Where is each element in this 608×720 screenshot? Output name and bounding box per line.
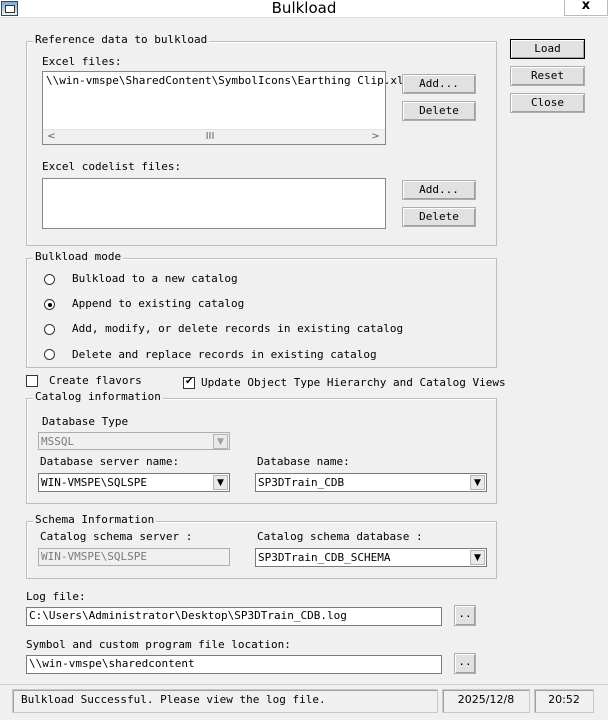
schema-server-label: Catalog schema server : bbox=[40, 530, 193, 543]
add-codelist-button[interactable]: Add... bbox=[402, 180, 476, 200]
catalog-info-legend: Catalog information bbox=[33, 390, 163, 403]
bulkload-mode-legend: Bulkload mode bbox=[33, 250, 124, 263]
schema-server-field: WIN-VMSPE\SQLSPE bbox=[38, 548, 230, 566]
status-date: 2025/12/8 bbox=[442, 689, 530, 713]
excel-file-item[interactable]: \\win-vmspe\SharedContent\SymbolIcons\Ea… bbox=[43, 72, 410, 89]
radio-add-modify-label[interactable]: Add, modify, or delete records in existi… bbox=[72, 323, 403, 335]
dropdown-arrow-icon[interactable]: ▼ bbox=[213, 475, 228, 490]
database-server-select[interactable]: WIN-VMSPE\SQLSPE ▼ bbox=[38, 473, 230, 492]
symbol-location-label: Symbol and custom program file location: bbox=[26, 638, 291, 651]
database-type-label: Database Type bbox=[42, 415, 129, 428]
schema-database-value: SP3DTrain_CDB_SCHEMA bbox=[258, 551, 391, 564]
database-name-label: Database name: bbox=[257, 455, 350, 468]
codelist-files-label: Excel codelist files: bbox=[42, 160, 182, 173]
scroll-left-icon[interactable]: < bbox=[43, 130, 60, 144]
symbol-location-field[interactable]: \\win-vmspe\sharedcontent bbox=[26, 655, 442, 674]
schema-database-label: Catalog schema database : bbox=[257, 530, 423, 543]
scroll-right-icon[interactable]: > bbox=[367, 130, 384, 144]
reference-data-legend: Reference data to bulkload bbox=[33, 33, 210, 46]
status-time: 20:52 bbox=[534, 689, 594, 713]
horizontal-scrollbar[interactable]: < III > bbox=[43, 129, 385, 144]
radio-delete-replace-icon[interactable] bbox=[44, 349, 55, 360]
dropdown-arrow-icon[interactable]: ▼ bbox=[470, 475, 485, 490]
close-button[interactable]: Close bbox=[510, 93, 585, 113]
window-title: Bulkload bbox=[271, 0, 337, 17]
excel-files-label: Excel files: bbox=[42, 55, 122, 68]
database-name-value: SP3DTrain_CDB bbox=[258, 476, 345, 489]
schema-database-select[interactable]: SP3DTrain_CDB_SCHEMA ▼ bbox=[255, 548, 487, 567]
database-type-value: MSSQL bbox=[41, 435, 75, 448]
symbol-browse-button[interactable]: .. bbox=[454, 653, 476, 674]
add-excel-button[interactable]: Add... bbox=[402, 74, 476, 94]
database-server-value: WIN-VMSPE\SQLSPE bbox=[41, 476, 147, 489]
update-hierarchy-checkbox[interactable] bbox=[183, 376, 195, 389]
delete-codelist-button[interactable]: Delete bbox=[402, 207, 476, 227]
log-file-field[interactable]: C:\Users\Administrator\Desktop\SP3DTrain… bbox=[26, 607, 442, 626]
create-flavors-label[interactable]: Create flavors bbox=[49, 375, 142, 387]
codelist-files-list[interactable] bbox=[42, 178, 386, 229]
database-server-label: Database server name: bbox=[40, 455, 180, 468]
reset-button[interactable]: Reset bbox=[510, 66, 585, 86]
radio-delete-replace-label[interactable]: Delete and replace records in existing c… bbox=[72, 349, 377, 361]
create-flavors-checkbox[interactable] bbox=[26, 375, 38, 387]
log-file-label: Log file: bbox=[26, 590, 86, 603]
dropdown-arrow-icon[interactable]: ▼ bbox=[470, 550, 485, 565]
dropdown-arrow-icon: ▼ bbox=[213, 434, 228, 449]
excel-files-list[interactable]: \\win-vmspe\SharedContent\SymbolIcons\Ea… bbox=[42, 71, 410, 145]
delete-excel-button[interactable]: Delete bbox=[402, 101, 476, 121]
radio-append-catalog-label[interactable]: Append to existing catalog bbox=[72, 298, 244, 310]
radio-new-catalog-icon[interactable] bbox=[44, 274, 55, 285]
close-window-button[interactable]: x bbox=[564, 0, 608, 16]
database-name-select[interactable]: SP3DTrain_CDB ▼ bbox=[255, 473, 487, 492]
radio-new-catalog-label[interactable]: Bulkload to a new catalog bbox=[72, 273, 238, 285]
radio-append-catalog-icon[interactable] bbox=[44, 299, 55, 310]
scroll-thumb[interactable]: III bbox=[190, 130, 230, 144]
log-browse-button[interactable]: .. bbox=[454, 605, 476, 626]
database-type-select: MSSQL ▼ bbox=[38, 432, 230, 450]
load-button[interactable]: Load bbox=[510, 39, 585, 59]
radio-add-modify-icon[interactable] bbox=[44, 324, 55, 335]
status-message: Bulkload Successful. Please view the log… bbox=[12, 689, 438, 713]
update-hierarchy-label[interactable]: Update Object Type Hierarchy and Catalog… bbox=[201, 377, 506, 389]
schema-info-legend: Schema Information bbox=[33, 513, 157, 526]
